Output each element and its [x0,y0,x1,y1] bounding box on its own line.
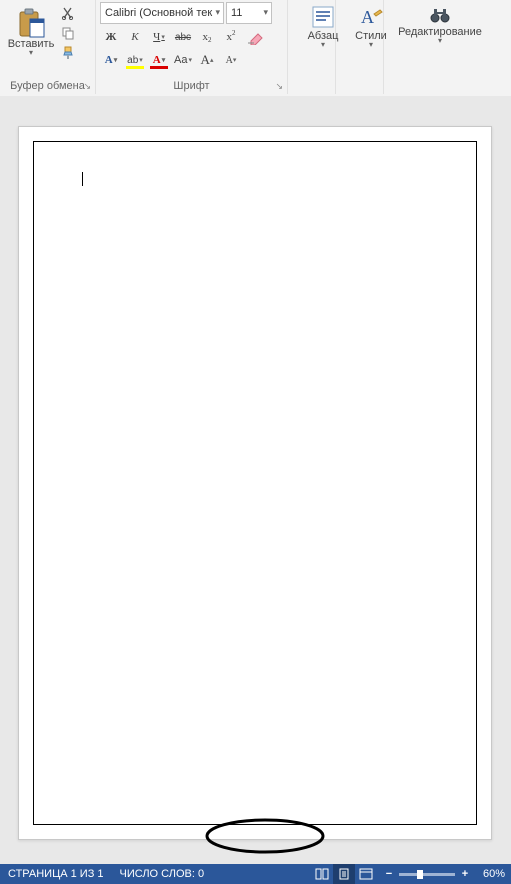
dialog-launcher-icon[interactable]: ↘ [275,81,283,92]
status-page[interactable]: СТРАНИЦА 1 ИЗ 1 [0,864,112,884]
group-editing: Редактирование ▾ [384,0,488,94]
chevron-down-icon: ▾ [438,36,442,45]
view-web-layout-button[interactable] [355,864,377,884]
scissors-icon [61,6,75,20]
copy-button[interactable] [58,24,78,42]
group-clipboard: Вставить ▾ [0,0,96,94]
zoom-slider-thumb[interactable] [417,870,423,879]
page-margin-box [33,141,477,825]
group-paragraph: Абзац ▾ [288,0,336,94]
group-label-font: Шрифт ↘ [100,79,283,94]
status-word-count[interactable]: ЧИСЛО СЛОВ: 0 [112,864,213,884]
font-color-button[interactable]: A▾ [148,50,170,70]
font-row-2: Ж К Ч▾ abc x2 x2 [100,27,283,47]
zoom-level[interactable]: 60% [477,864,511,884]
paste-icon [17,8,45,38]
bold-button[interactable]: Ж [100,27,122,47]
chevron-down-icon: ▾ [188,56,192,64]
superscript-button[interactable]: x2 [220,27,242,47]
svg-text:A: A [361,7,374,27]
shrink-font-button[interactable]: A▾ [220,50,242,70]
ribbon: Вставить ▾ [0,0,511,97]
web-icon [359,868,373,880]
copy-icon [61,26,75,40]
clipboard-controls: Вставить ▾ [4,2,91,62]
group-styles: A Стили ▾ [336,0,384,94]
chevron-down-icon: ▾ [139,56,143,64]
status-bar: СТРАНИЦА 1 ИЗ 1 ЧИСЛО СЛОВ: 0 − + 60% [0,864,511,884]
group-label-clipboard: Буфер обмена ↘ [4,79,91,94]
font-name-combo[interactable]: Calibri (Основной тек ▾ [100,2,224,24]
chevron-down-icon: ▾ [162,56,166,64]
chevron-down-icon: ▾ [369,40,373,49]
zoom-in-button[interactable]: + [459,868,471,880]
font-size-combo[interactable]: 11 ▾ [226,2,272,24]
page-icon [337,868,351,880]
editing-button[interactable]: Редактирование ▾ [388,2,492,47]
book-icon [315,868,329,880]
chevron-down-icon: ▾ [29,48,33,57]
text-cursor [82,172,83,186]
view-read-mode-button[interactable] [311,864,333,884]
annotation-ellipse [204,817,326,855]
brush-icon [61,46,75,60]
clear-formatting-button[interactable] [244,27,266,47]
clipboard-side [58,2,78,62]
change-case-button[interactable]: Aa▾ [172,50,194,70]
font-size-value: 11 [231,7,242,19]
chevron-down-icon: ▾ [263,7,268,18]
font-row-1: Calibri (Основной тек ▾ 11 ▾ [100,2,283,24]
paragraph-icon [310,4,336,30]
eraser-icon [246,30,264,45]
subscript-button[interactable]: x2 [196,27,218,47]
group-font: Calibri (Основной тек ▾ 11 ▾ Ж К Ч▾ abc … [96,0,288,94]
binoculars-icon [429,4,451,26]
font-name-value: Calibri (Основной тек [105,7,212,19]
grow-font-button[interactable]: A▴ [196,50,218,70]
page[interactable] [18,126,492,840]
zoom-slider[interactable] [399,873,455,876]
paste-button[interactable]: Вставить ▾ [4,2,58,62]
font-row-3: A▾ ab▾ A▾ Aa▾ A▴ A▾ [100,50,283,70]
dialog-launcher-icon[interactable]: ↘ [83,81,91,92]
chevron-down-icon: ▾ [215,7,220,18]
text-effects-button[interactable]: A▾ [100,50,122,70]
highlight-button[interactable]: ab▾ [124,50,146,70]
chevron-down-icon: ▾ [161,33,165,41]
cut-button[interactable] [58,4,78,22]
zoom-out-button[interactable]: − [383,868,395,880]
chevron-down-icon: ▾ [114,56,118,64]
underline-button[interactable]: Ч▾ [148,27,170,47]
view-print-layout-button[interactable] [333,864,355,884]
format-painter-button[interactable] [58,44,78,62]
strikethrough-button[interactable]: abc [172,27,194,47]
styles-icon: A [358,4,384,30]
italic-button[interactable]: К [124,27,146,47]
chevron-down-icon: ▾ [321,40,325,49]
zoom-control: − + [377,868,477,880]
document-area[interactable] [0,96,511,864]
